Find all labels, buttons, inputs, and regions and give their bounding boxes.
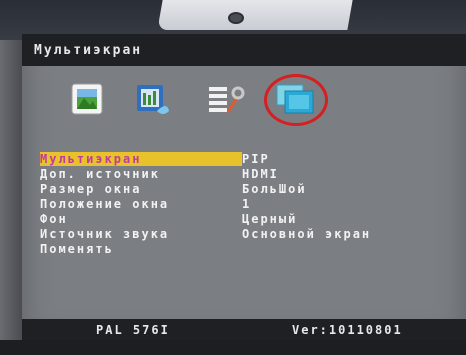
menu-value: HDMI [242, 167, 279, 181]
menu-label: Положение окна [40, 197, 170, 211]
menu-label: Источник звука [40, 227, 170, 241]
light-glare [157, 0, 353, 30]
wall-fixture [228, 12, 244, 24]
tab-settings[interactable] [200, 76, 250, 122]
osd-header-bar: Мультиэкран [22, 34, 466, 66]
menu-label: Размер окна [40, 182, 142, 196]
menu-label: Мультиэкран [40, 152, 242, 166]
firmware-version-text: Ver:10110801 [292, 323, 403, 337]
settings-icon [209, 86, 245, 113]
color-icon [137, 85, 169, 114]
osd-footer-bar: PAL 576I Ver:10110801 [22, 319, 466, 340]
menu-value: Церный [242, 212, 298, 226]
menu-value: 1 [242, 197, 252, 211]
menu-value: PIP [242, 152, 270, 166]
multiscreen-icon [276, 84, 314, 114]
menu-title: Мультиэкран [34, 43, 143, 58]
tab-color[interactable] [128, 76, 178, 122]
menu-label: Доп. источник [40, 167, 160, 181]
menu-value: БольШой [242, 182, 307, 196]
menu-value: Основной экран [242, 227, 372, 241]
osd-menu-window: Мультиэкран Мультиэкран PIP Доп. источни… [22, 34, 466, 340]
tab-picture[interactable] [62, 76, 112, 122]
picture-icon [71, 83, 103, 115]
monitor-bezel [0, 40, 22, 355]
signal-format-text: PAL 576I [96, 323, 170, 337]
menu-label: Поменять [40, 242, 114, 256]
tab-multiscreen[interactable] [264, 74, 328, 126]
monitor-bezel-bottom [0, 340, 466, 355]
menu-label: Фон [40, 212, 68, 226]
